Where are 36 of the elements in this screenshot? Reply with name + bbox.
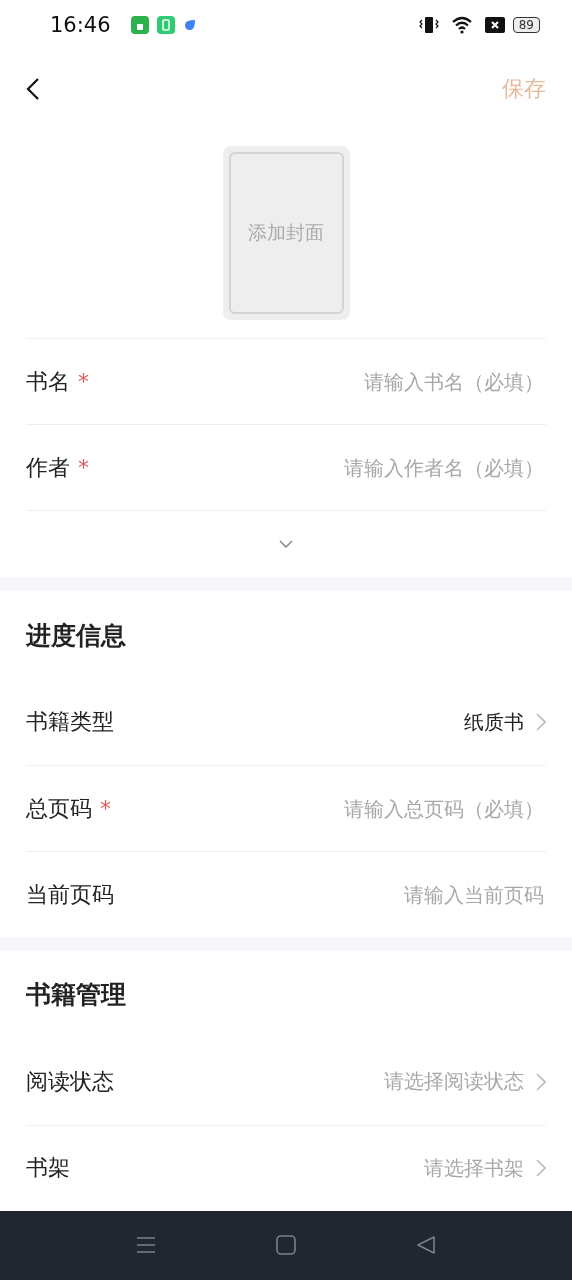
wifi-icon	[450, 15, 473, 34]
home-icon[interactable]	[276, 1235, 296, 1256]
required-mark: *	[78, 455, 89, 481]
app-icon	[130, 15, 149, 34]
input-field[interactable]: 请输入作者名（必填）	[89, 454, 546, 481]
input-field[interactable]: 请输入总页码（必填）	[111, 795, 546, 822]
status-time: 16:46	[50, 12, 111, 37]
field-label: 作者	[26, 453, 70, 482]
battery-indicator: 89	[512, 16, 540, 33]
chevron-right-icon	[536, 713, 546, 732]
chevron-right-icon	[536, 1072, 546, 1091]
required-mark: *	[100, 796, 111, 822]
sim-blocked-icon	[484, 16, 505, 33]
app-icon	[182, 17, 197, 32]
select-value[interactable]: 请选择阅读状态	[384, 1068, 524, 1096]
menu-icon[interactable]	[136, 1235, 156, 1256]
required-mark: *	[78, 369, 89, 395]
save-button[interactable]: 保存	[502, 73, 546, 104]
select-value[interactable]: 请选择书架	[424, 1154, 524, 1182]
add-cover-button[interactable]: 添加封面	[222, 146, 350, 321]
battery-app-icon	[156, 15, 175, 34]
select-value[interactable]: 纸质书	[464, 708, 524, 736]
field-label: 当前页码	[26, 880, 114, 909]
field-label: 书籍类型	[26, 708, 114, 737]
field-label: 书架	[26, 1154, 70, 1183]
chevron-right-icon	[536, 1159, 546, 1178]
input-field[interactable]: 请输入当前页码	[114, 881, 546, 908]
field-label: 总页码	[26, 794, 92, 823]
field-label: 书名	[26, 367, 70, 396]
vibrate-icon	[418, 15, 439, 34]
back-icon[interactable]	[26, 76, 40, 101]
field-label: 阅读状态	[26, 1067, 114, 1096]
chevron-down-icon[interactable]	[279, 540, 293, 549]
section-title: 书籍管理	[26, 979, 127, 1012]
section-title: 进度信息	[26, 619, 127, 652]
input-field[interactable]: 请输入书名（必填）	[89, 368, 546, 395]
